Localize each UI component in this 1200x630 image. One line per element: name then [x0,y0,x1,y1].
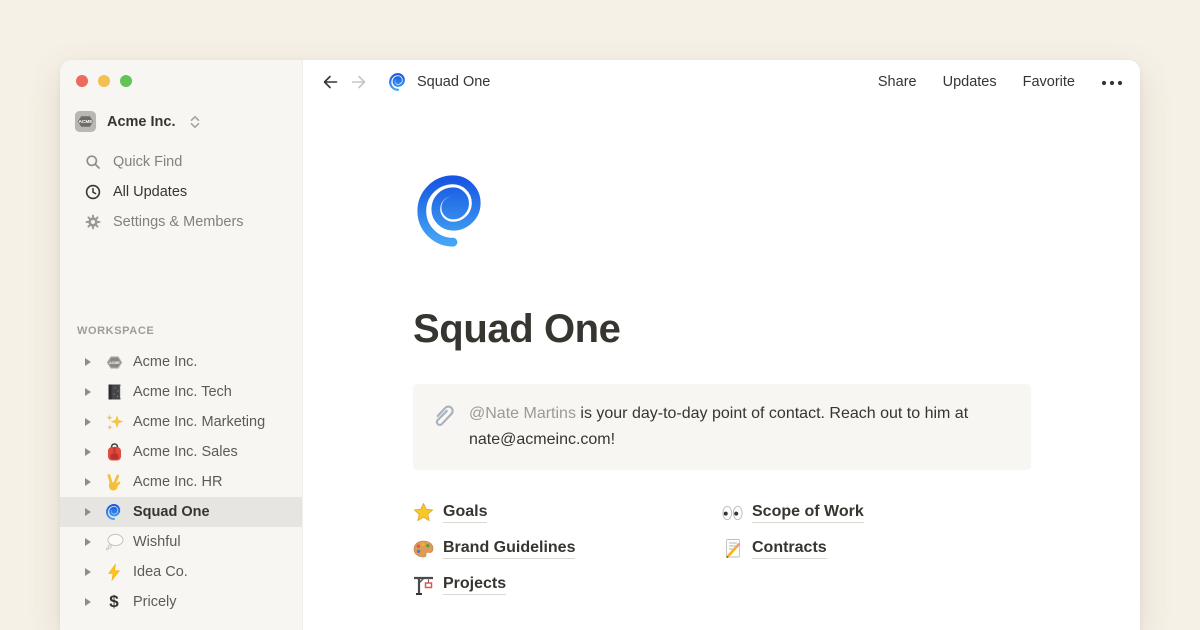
disclosure-triangle-icon[interactable] [84,417,104,427]
star-icon [413,502,434,523]
sidebar-item-settings-members[interactable]: Settings & Members [60,207,302,237]
disclosure-triangle-icon[interactable] [84,507,104,517]
disclosure-triangle-icon[interactable] [84,537,104,547]
link-brand-guidelines[interactable]: Brand Guidelines [413,535,722,562]
sidebar-page-acme-hr[interactable]: Acme Inc. HR [60,467,302,497]
sidebar-page-label: Wishful [133,534,181,550]
sidebar-page-idea-co[interactable]: Idea Co. [60,557,302,587]
link-projects[interactable]: Projects [413,571,722,598]
chevron-updown-icon [188,114,202,130]
main-content: Squad One Share Updates Favorite Squad O… [303,60,1140,630]
callout-text: @Nate Martins is your day-to-day point o… [469,401,1013,453]
favorite-button[interactable]: Favorite [1023,74,1075,90]
sidebar-page-squad-one[interactable]: Squad One [60,497,302,527]
sidebar-page-acme-sales[interactable]: Acme Inc. Sales [60,437,302,467]
palette-icon [413,540,434,558]
sidebar-item-all-updates[interactable]: All Updates [60,177,302,207]
clock-icon [85,184,101,200]
page-title[interactable]: Squad One [413,307,1031,351]
thought-balloon-icon [105,533,124,551]
cyclone-icon [105,503,123,521]
workspace-page-list: ACME Acme Inc. Acme Inc. Tech [60,347,302,617]
sidebar-page-label: Acme Inc. [133,354,197,370]
topbar: Squad One Share Updates Favorite [303,60,1140,104]
link-goals[interactable]: Goals [413,499,722,526]
disclosure-triangle-icon[interactable] [84,567,104,577]
app-window: ACME Acme Inc. Quick Find A [60,60,1140,630]
page-link-label: Brand Guidelines [443,539,575,559]
sidebar-page-acme-inc[interactable]: ACME Acme Inc. [60,347,302,377]
link-contracts[interactable]: Contracts [722,535,1031,562]
sidebar-page-acme-tech[interactable]: Acme Inc. Tech [60,377,302,407]
breadcrumb[interactable]: Squad One [388,72,490,92]
lightning-icon [106,563,122,582]
sidebar-page-wishful[interactable]: Wishful [60,527,302,557]
mention-nate-martins[interactable]: @Nate Martins [469,405,576,422]
forward-arrow-icon[interactable] [350,74,367,90]
sidebar-page-label: Acme Inc. Sales [133,444,238,460]
sidebar-page-label: Squad One [133,504,210,520]
close-window-button[interactable] [76,75,88,87]
disclosure-triangle-icon[interactable] [84,477,104,487]
cyclone-icon [388,72,408,92]
sparkles-icon [105,413,124,432]
sidebar: ACME Acme Inc. Quick Find A [60,60,303,630]
acme-badge-icon: ACME [74,110,97,133]
sidebar-page-label: Acme Inc. HR [133,474,222,490]
updates-button[interactable]: Updates [943,74,997,90]
disclosure-triangle-icon[interactable] [84,357,104,367]
disclosure-triangle-icon[interactable] [84,447,104,457]
sidebar-page-acme-marketing[interactable]: Acme Inc. Marketing [60,407,302,437]
link-scope-of-work[interactable]: Scope of Work [722,499,1031,526]
zoom-window-button[interactable] [120,75,132,87]
search-icon [85,154,101,170]
memo-icon [723,538,743,559]
backpack-icon [106,443,123,462]
page-link-label: Scope of Work [752,503,864,523]
construction-icon [413,574,434,595]
sidebar-page-label: Pricely [133,594,177,610]
disclosure-triangle-icon[interactable] [84,597,104,607]
dollar-icon: $ [109,592,118,612]
sidebar-page-label: Acme Inc. Tech [133,384,232,400]
sidebar-item-quick-find[interactable]: Quick Find [60,147,302,177]
sidebar-item-label: Settings & Members [113,214,244,230]
callout-block: @Nate Martins is your day-to-day point o… [413,384,1031,470]
page-icon-cyclone[interactable] [413,171,493,251]
svg-text:ACME: ACME [109,361,120,365]
sidebar-page-label: Idea Co. [133,564,188,580]
window-controls [76,75,132,87]
gear-icon [85,214,101,230]
sidebar-page-label: Acme Inc. Marketing [133,414,265,430]
disclosure-triangle-icon[interactable] [84,387,104,397]
svg-text:ACME: ACME [78,119,92,125]
paperclip-icon [430,401,456,453]
sidebar-nav: Quick Find All Updates [60,147,302,237]
sidebar-page-pricely[interactable]: $ Pricely [60,587,302,617]
more-options-button[interactable] [1101,74,1123,90]
victory-hand-icon [105,473,123,492]
workspace-switcher[interactable]: ACME Acme Inc. [74,110,202,133]
page-link-label: Contracts [752,539,827,559]
more-icon [1101,80,1123,86]
back-arrow-icon[interactable] [322,74,339,90]
acme-badge-icon: ACME [105,354,124,371]
minimize-window-button[interactable] [98,75,110,87]
page-link-label: Projects [443,575,506,595]
sidebar-item-label: All Updates [113,184,187,200]
page-links: Goals Scope of Work [413,499,1031,598]
breadcrumb-title: Squad One [417,74,490,90]
page-link-label: Goals [443,503,487,523]
page-body: Squad One @Nate Martins is your day-to-d… [303,104,1031,598]
notebook-icon [106,383,123,401]
eyes-icon [722,505,743,521]
workspace-name: Acme Inc. [107,114,176,130]
sidebar-item-label: Quick Find [113,154,182,170]
share-button[interactable]: Share [878,74,917,90]
workspace-section-header[interactable]: WORKSPACE [77,325,154,337]
